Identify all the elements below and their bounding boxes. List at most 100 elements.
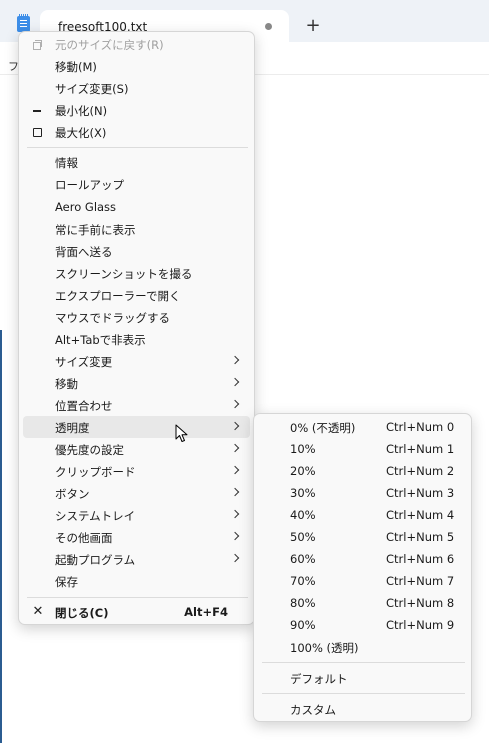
chevron-right-icon (230, 355, 240, 365)
menu-item-shortcut: Alt+F4 (184, 605, 228, 619)
menu-item-label: サイズ変更 (55, 355, 113, 369)
submenu-item-label: 80% (290, 596, 316, 610)
menu-item-label: 元のサイズに戻す(R) (55, 38, 164, 52)
menu-item-other-screen-submenu[interactable]: その他画面 (23, 526, 250, 548)
menu-item-label: 透明度 (55, 421, 90, 435)
menu-item-label: ロールアップ (55, 178, 124, 192)
menu-item-mouse-drag[interactable]: マウスでドラッグする (23, 306, 250, 328)
menu-item-aero-glass[interactable]: Aero Glass (23, 196, 250, 218)
menu-item-size-submenu[interactable]: サイズ変更 (23, 350, 250, 372)
menu-item-send-to-back[interactable]: 背面へ送る (23, 240, 250, 262)
menu-item-label: 常に手前に表示 (55, 223, 136, 237)
submenu-item-shortcut: Ctrl+Num 3 (386, 486, 455, 500)
submenu-item-30[interactable]: 30% Ctrl+Num 3 (258, 482, 467, 504)
menu-item-resize[interactable]: サイズ変更(S) (23, 77, 250, 99)
submenu-item-label: 60% (290, 552, 316, 566)
chevron-right-icon (230, 487, 240, 497)
menu-item-rollup[interactable]: ロールアップ (23, 173, 250, 195)
submenu-item-label: 100% (透明) (290, 641, 359, 655)
mouse-cursor-icon (175, 424, 188, 442)
menu-item-system-tray-submenu[interactable]: システムトレイ (23, 504, 250, 526)
submenu-item-label: 0% (不透明) (290, 421, 356, 435)
system-context-menu: 元のサイズに戻す(R) 移動(M) サイズ変更(S) 最小化(N) 最大化(X)… (18, 31, 255, 625)
chevron-right-icon (230, 421, 240, 431)
submenu-item-label: 70% (290, 574, 316, 588)
submenu-item-0[interactable]: 0% (不透明) Ctrl+Num 0 (258, 416, 467, 438)
submenu-item-90[interactable]: 90% Ctrl+Num 9 (258, 614, 467, 636)
submenu-item-shortcut: Ctrl+Num 9 (386, 618, 455, 632)
submenu-item-80[interactable]: 80% Ctrl+Num 8 (258, 592, 467, 614)
menu-item-clipboard-submenu[interactable]: クリップボード (23, 460, 250, 482)
menu-item-label: 移動 (55, 377, 78, 391)
menu-item-label: 移動(M) (55, 60, 97, 74)
menu-item-open-explorer[interactable]: エクスプローラーで開く (23, 284, 250, 306)
chevron-right-icon (230, 465, 240, 475)
chevron-right-icon (230, 443, 240, 453)
menu-item-always-on-top[interactable]: 常に手前に表示 (23, 218, 250, 240)
restore-icon (31, 37, 45, 51)
submenu-item-shortcut: Ctrl+Num 5 (386, 530, 455, 544)
transparency-submenu: 0% (不透明) Ctrl+Num 0 10% Ctrl+Num 1 20% C… (253, 413, 472, 722)
submenu-item-label: 30% (290, 486, 316, 500)
menu-item-minimize[interactable]: 最小化(N) (23, 99, 250, 121)
submenu-item-70[interactable]: 70% Ctrl+Num 7 (258, 570, 467, 592)
menu-item-move-submenu[interactable]: 移動 (23, 372, 250, 394)
submenu-item-label: 20% (290, 464, 316, 478)
submenu-item-50[interactable]: 50% Ctrl+Num 5 (258, 526, 467, 548)
maximize-icon (31, 125, 45, 139)
menu-item-label: 情報 (55, 156, 78, 170)
close-icon: ✕ (32, 604, 44, 619)
submenu-item-label: 40% (290, 508, 316, 522)
menu-item-label: Aero Glass (55, 200, 117, 214)
menu-item-close[interactable]: ✕ 閉じる(C) Alt+F4 (23, 601, 250, 623)
menu-item-restore: 元のサイズに戻す(R) (23, 33, 250, 55)
submenu-item-shortcut: Ctrl+Num 4 (386, 508, 455, 522)
submenu-item-custom[interactable]: カスタム (258, 698, 467, 720)
menu-item-maximize[interactable]: 最大化(X) (23, 121, 250, 143)
submenu-item-label: カスタム (290, 703, 336, 717)
menu-item-label: 最小化(N) (55, 104, 108, 118)
submenu-item-label: デフォルト (290, 672, 348, 686)
menu-item-label: 閉じる(C) (55, 606, 109, 620)
new-tab-button[interactable]: + (300, 13, 326, 39)
submenu-separator (262, 662, 465, 663)
menu-item-save[interactable]: 保存 (23, 570, 250, 592)
submenu-item-shortcut: Ctrl+Num 2 (386, 464, 455, 478)
unsaved-dot-icon[interactable] (265, 23, 272, 30)
submenu-item-40[interactable]: 40% Ctrl+Num 4 (258, 504, 467, 526)
chevron-right-icon (230, 377, 240, 387)
menu-item-label: サイズ変更(S) (55, 82, 129, 96)
submenu-item-100[interactable]: 100% (透明) (258, 636, 467, 658)
submenu-item-shortcut: Ctrl+Num 8 (386, 596, 455, 610)
menu-item-label: 起動プログラム (55, 553, 136, 567)
minimize-icon (31, 103, 45, 117)
submenu-item-10[interactable]: 10% Ctrl+Num 1 (258, 438, 467, 460)
menu-item-align-submenu[interactable]: 位置合わせ (23, 394, 250, 416)
menu-item-startup-submenu[interactable]: 起動プログラム (23, 548, 250, 570)
submenu-separator (262, 693, 465, 694)
menu-item-info[interactable]: 情報 (23, 151, 250, 173)
menu-item-hide-alt-tab[interactable]: Alt+Tabで非表示 (23, 328, 250, 350)
menu-item-label: 背面へ送る (55, 245, 113, 259)
menu-item-screenshot[interactable]: スクリーンショットを撮る (23, 262, 250, 284)
submenu-item-20[interactable]: 20% Ctrl+Num 2 (258, 460, 467, 482)
menu-item-label: クリップボード (55, 465, 136, 479)
submenu-item-shortcut: Ctrl+Num 0 (386, 420, 455, 434)
menu-item-transparency-submenu[interactable]: 透明度 (23, 416, 250, 438)
submenu-item-shortcut: Ctrl+Num 7 (386, 574, 455, 588)
chevron-right-icon (230, 553, 240, 563)
submenu-item-shortcut: Ctrl+Num 6 (386, 552, 455, 566)
menu-item-button-submenu[interactable]: ボタン (23, 482, 250, 504)
chevron-right-icon (230, 509, 240, 519)
menu-item-move[interactable]: 移動(M) (23, 55, 250, 77)
menu-item-label: ボタン (55, 487, 90, 501)
menu-item-priority-submenu[interactable]: 優先度の設定 (23, 438, 250, 460)
menu-item-label: システムトレイ (55, 509, 136, 523)
window-edge (0, 330, 2, 743)
menu-item-label: 保存 (55, 575, 78, 589)
notepad-icon[interactable] (17, 14, 30, 32)
menu-item-label: 位置合わせ (55, 399, 113, 413)
submenu-item-default[interactable]: デフォルト (258, 667, 467, 689)
menu-item-label: 最大化(X) (55, 126, 107, 140)
submenu-item-60[interactable]: 60% Ctrl+Num 6 (258, 548, 467, 570)
